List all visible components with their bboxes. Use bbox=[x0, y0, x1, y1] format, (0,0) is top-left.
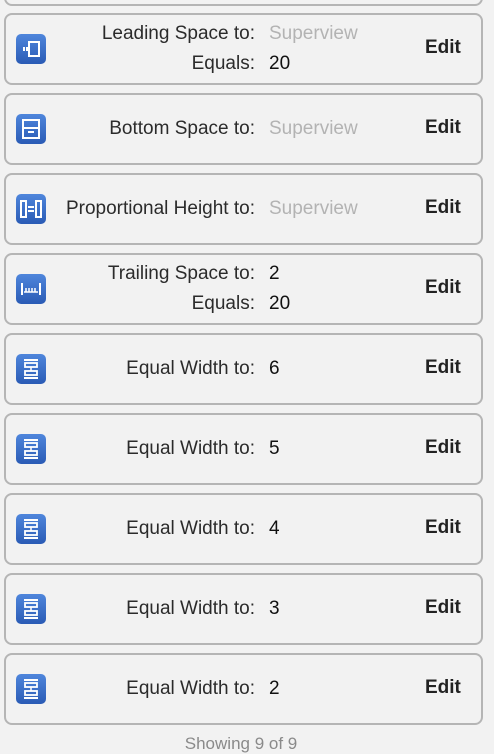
constraint-card[interactable]: Equal Width to: 2 Edit bbox=[4, 653, 483, 725]
constraint-value: 2 bbox=[269, 678, 280, 699]
constraint-value: 2 bbox=[269, 263, 280, 284]
constraint-label: Equals: bbox=[191, 53, 255, 74]
constraint-row: Equal Width to: 4 bbox=[42, 517, 402, 541]
constraint-card[interactable]: Leading Space to: Superview Equals: 20 Edit bbox=[4, 13, 483, 85]
constraint-details: Equal Width to: 2 bbox=[42, 655, 402, 723]
constraint-details: Bottom Space to: Superview bbox=[42, 95, 402, 163]
constraint-label: Equal Width to: bbox=[126, 598, 255, 619]
edit-button[interactable]: Edit bbox=[425, 677, 461, 699]
constraint-details: Equal Width to: 3 bbox=[42, 575, 402, 643]
constraint-value: Superview bbox=[269, 198, 358, 219]
constraint-details: Equal Width to: 4 bbox=[42, 495, 402, 563]
constraint-value: Superview bbox=[269, 23, 358, 44]
constraint-label: Equals: bbox=[191, 293, 255, 314]
constraint-card[interactable]: Equal Width to: 4 Edit bbox=[4, 493, 483, 565]
constraint-row: Equal Width to: 6 bbox=[42, 357, 402, 381]
constraint-row: Equal Width to: 2 bbox=[42, 677, 402, 701]
constraint-value: 20 bbox=[269, 53, 291, 74]
constraint-value: 4 bbox=[269, 518, 280, 539]
constraint-value: 20 bbox=[269, 293, 291, 314]
constraint-label: Equal Width to: bbox=[126, 358, 255, 379]
constraint-details: Trailing Space to: 2 Equals: 20 bbox=[42, 255, 402, 323]
constraint-row: Proportional Height to: Superview bbox=[42, 197, 402, 221]
constraint-row: Equal Width to: 3 bbox=[42, 597, 402, 621]
edit-button[interactable]: Edit bbox=[425, 117, 461, 139]
constraint-details: Equal Width to: 5 bbox=[42, 415, 402, 483]
constraint-label: Proportional Height to: bbox=[65, 198, 255, 219]
constraint-card[interactable]: Equal Width to: 6 Edit bbox=[4, 333, 483, 405]
constraint-details: Proportional Height to: Superview bbox=[42, 175, 402, 243]
constraint-value: 3 bbox=[269, 598, 280, 619]
constraint-label: Equal Width to: bbox=[126, 678, 255, 699]
constraint-label: Equal Width to: bbox=[126, 438, 255, 459]
constraint-row: Equals: 20 bbox=[42, 292, 402, 316]
edit-button[interactable]: Edit bbox=[425, 597, 461, 619]
constraint-card[interactable]: Equal Width to: 5 Edit bbox=[4, 413, 483, 485]
constraint-label: Leading Space to: bbox=[101, 23, 255, 44]
constraint-row: Trailing Space to: 2 bbox=[42, 262, 402, 286]
constraint-label: Trailing Space to: bbox=[107, 263, 255, 284]
previous-constraint-card bbox=[4, 0, 483, 6]
constraint-card[interactable]: Proportional Height to: Superview Edit bbox=[4, 173, 483, 245]
edit-button[interactable]: Edit bbox=[425, 277, 461, 299]
constraint-value: 6 bbox=[269, 358, 280, 379]
edit-button[interactable]: Edit bbox=[425, 37, 461, 59]
constraint-row: Bottom Space to: Superview bbox=[42, 117, 402, 141]
constraint-value: 5 bbox=[269, 438, 280, 459]
constraint-row: Leading Space to: Superview bbox=[42, 22, 402, 46]
constraint-row: Equal Width to: 5 bbox=[42, 437, 402, 461]
constraint-row: Equals: 20 bbox=[42, 52, 402, 76]
edit-button[interactable]: Edit bbox=[425, 197, 461, 219]
constraint-card[interactable]: Trailing Space to: 2 Equals: 20 Edit bbox=[4, 253, 483, 325]
edit-button[interactable]: Edit bbox=[425, 357, 461, 379]
constraint-details: Leading Space to: Superview Equals: 20 bbox=[42, 15, 402, 83]
constraint-details: Equal Width to: 6 bbox=[42, 335, 402, 403]
edit-button[interactable]: Edit bbox=[425, 517, 461, 539]
constraint-card[interactable]: Bottom Space to: Superview Edit bbox=[4, 93, 483, 165]
constraint-label: Bottom Space to: bbox=[109, 118, 255, 139]
constraint-label: Equal Width to: bbox=[126, 518, 255, 539]
constraint-card[interactable]: Equal Width to: 3 Edit bbox=[4, 573, 483, 645]
constraint-value: Superview bbox=[269, 118, 358, 139]
edit-button[interactable]: Edit bbox=[425, 437, 461, 459]
showing-count: Showing 9 of 9 bbox=[184, 734, 298, 753]
